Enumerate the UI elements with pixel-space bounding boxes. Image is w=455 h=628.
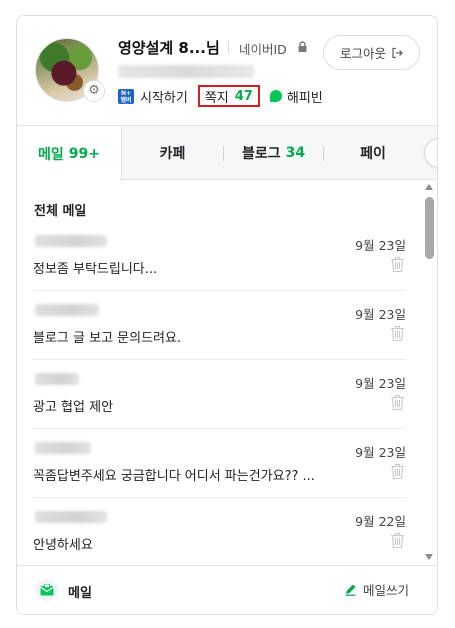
trash-icon[interactable] [390, 325, 405, 342]
trash-icon[interactable] [390, 532, 405, 549]
mail-subject[interactable]: 블로그 글 보고 문의드려요. [33, 327, 373, 346]
tab-cafe[interactable]: 카페 [122, 126, 223, 180]
logout-icon [392, 47, 403, 58]
mail-item[interactable]: 9월 23일 광고 협업 제안 [33, 360, 406, 429]
tab-label: 메일 [38, 146, 64, 163]
tab-label: 카페 [159, 146, 186, 162]
user-name[interactable]: 영양설계 8...님 [118, 37, 220, 58]
scrollbar-thumb[interactable] [425, 197, 434, 259]
tab-next-button[interactable] [424, 138, 437, 168]
gear-icon[interactable]: ⚙ [83, 80, 105, 102]
mail-date: 9월 22일 [355, 514, 406, 529]
mail-item[interactable]: 9월 23일 블로그 글 보고 문의드려요. [33, 291, 406, 360]
mail-subject[interactable]: 광고 협업 제안 [33, 396, 373, 415]
compose-label: 메일쓰기 [363, 583, 410, 598]
membership-badge: N+ [120, 89, 132, 97]
mail-date: 9월 23일 [355, 376, 406, 391]
mail-item[interactable]: 9월 23일 꼭좀답변주세요 궁금합니다 어디서 파는건가요?? ... [33, 429, 406, 498]
chevron-right-icon [436, 148, 437, 158]
sender-redacted [35, 511, 107, 523]
lock-icon [298, 41, 307, 52]
sender-redacted [35, 373, 79, 385]
service-tabs: 메일 99+ 카페 블로그 34 페이 [17, 125, 437, 181]
email-redacted [118, 65, 254, 78]
profile-section: ⚙ 영양설계 8...님 네이버ID 로그아웃 N+ 멤버십 시작하기 쪽지 4… [17, 16, 437, 125]
note-count: 47 [234, 88, 253, 104]
tab-count: 99+ [68, 145, 100, 162]
sender-redacted [35, 442, 91, 454]
mail-subject[interactable]: 안녕하세요 [33, 534, 373, 553]
note-label: 쪽지 [204, 90, 229, 106]
tab-count: 34 [285, 145, 306, 161]
mail-subject[interactable]: 꼭좀답변주세요 궁금합니다 어디서 파는건가요?? ... [33, 465, 373, 484]
envelope-icon [40, 584, 54, 596]
happybean-link[interactable]: 해피빈 [287, 87, 323, 106]
footer-mail-link[interactable]: 메일 [68, 582, 92, 601]
start-link[interactable]: 시작하기 [140, 87, 188, 106]
divider [228, 41, 229, 54]
sender-redacted [35, 304, 99, 316]
tab-label: 블로그 [241, 146, 281, 162]
scroll-down-arrow[interactable] [425, 554, 433, 560]
sender-redacted [35, 235, 107, 247]
pencil-icon [345, 584, 356, 596]
naver-id-label[interactable]: 네이버ID [239, 39, 287, 58]
note-link[interactable]: 쪽지 47 [197, 85, 260, 107]
trash-icon[interactable] [390, 394, 405, 411]
trash-icon[interactable] [390, 463, 405, 480]
scroll-up-arrow[interactable] [425, 184, 433, 190]
trash-icon[interactable] [390, 256, 405, 273]
membership-icon: N+ 멤버십 [118, 88, 134, 111]
mail-date: 9월 23일 [355, 238, 406, 253]
mail-item[interactable]: 9월 23일 정보좀 부탁드립니다... [33, 222, 406, 291]
mail-list: 9월 23일 정보좀 부탁드립니다... 9월 23일 블로그 글 보고 문의드… [17, 222, 422, 567]
mail-date: 9월 23일 [355, 307, 406, 322]
logout-label: 로그아웃 [339, 46, 386, 61]
tab-label: 페이 [360, 146, 386, 162]
happybean-icon [269, 90, 282, 102]
compose-button[interactable]: 메일쓰기 [344, 580, 409, 599]
mail-icon[interactable] [36, 579, 58, 601]
widget-footer: 메일 메일쓰기 [17, 565, 437, 614]
mail-section-title: 전체 메일 [34, 204, 87, 219]
tab-mail[interactable]: 메일 99+ [17, 126, 122, 181]
profile-links: N+ 멤버십 시작하기 쪽지 47 해피빈 [118, 85, 323, 111]
membership-badge-sub: 멤버십 [120, 96, 132, 111]
mail-item[interactable]: 9월 22일 안녕하세요 [33, 498, 406, 567]
logout-button[interactable]: 로그아웃 [323, 35, 420, 70]
mail-widget-card: ⚙ 영양설계 8...님 네이버ID 로그아웃 N+ 멤버십 시작하기 쪽지 4… [16, 15, 438, 615]
mail-subject[interactable]: 정보좀 부탁드립니다... [33, 258, 373, 277]
tab-pay[interactable]: 페이 [324, 126, 422, 180]
tab-blog[interactable]: 블로그 34 [224, 126, 323, 180]
mail-date: 9월 23일 [355, 445, 406, 460]
